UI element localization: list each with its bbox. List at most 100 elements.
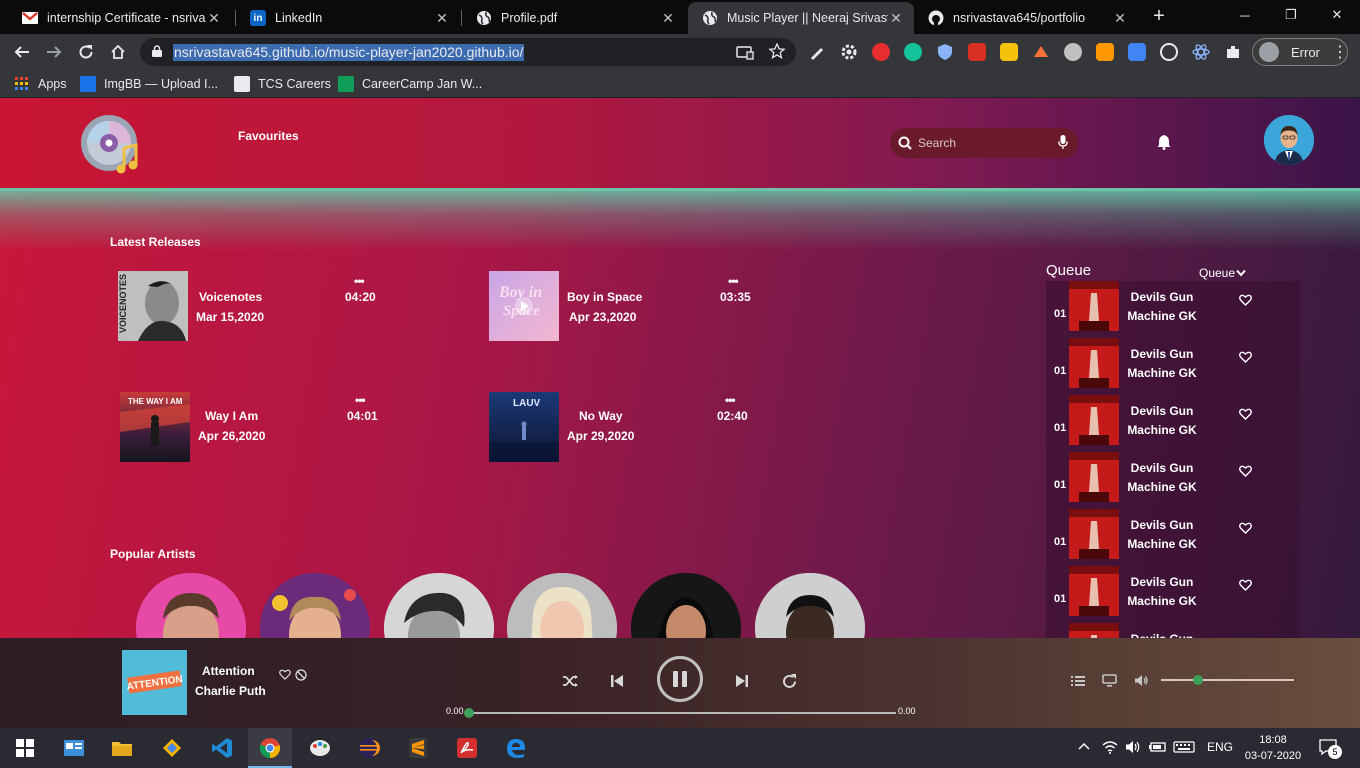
- close-icon[interactable]: ✕: [434, 10, 450, 27]
- close-icon[interactable]: ✕: [206, 10, 222, 27]
- extension-calendar-icon[interactable]: [1128, 43, 1146, 61]
- address-bar[interactable]: nsrivastava645.github.io/music-player-ja…: [140, 38, 796, 66]
- microphone-icon[interactable]: [1058, 135, 1068, 150]
- taskbar-paint[interactable]: [306, 734, 334, 762]
- extension-w-icon[interactable]: [1000, 43, 1018, 61]
- keyboard-icon[interactable]: [1173, 740, 1195, 754]
- browser-tab-gmail[interactable]: internship Certificate - nsrivast ✕: [8, 2, 232, 34]
- cast-icon[interactable]: [736, 45, 754, 61]
- release-card[interactable]: VOICENOTES Voicenotes Mar 15,2020 ••• 04…: [118, 271, 418, 343]
- user-avatar[interactable]: [1264, 115, 1314, 165]
- language-indicator[interactable]: ENG: [1207, 740, 1233, 754]
- new-tab-button[interactable]: +: [1148, 6, 1170, 28]
- url-text[interactable]: nsrivastava645.github.io/music-player-ja…: [173, 44, 525, 61]
- taskbar-edge[interactable]: [502, 734, 530, 762]
- playlist-icon[interactable]: [1071, 675, 1085, 687]
- taskbar-clock[interactable]: 18:08 03-07-2020: [1243, 732, 1303, 764]
- progress-bar[interactable]: [468, 712, 896, 714]
- release-menu-icon[interactable]: •••: [354, 274, 365, 288]
- heart-icon[interactable]: [279, 669, 291, 680]
- queue-item[interactable]: 01 Devils Gun Machine GK: [1046, 452, 1300, 509]
- queue-item[interactable]: 01 Devils Gun Machine GK: [1046, 509, 1300, 566]
- close-window-button[interactable]: ✕: [1314, 0, 1360, 30]
- release-card[interactable]: LAUV No Way Apr 29,2020 ••• 02:40: [489, 392, 789, 464]
- repeat-button[interactable]: [780, 672, 798, 690]
- extension-pdf-icon[interactable]: [968, 43, 986, 61]
- bookmark-imgbb[interactable]: ImgBB — Upload I...: [80, 76, 218, 92]
- pause-button[interactable]: [657, 656, 703, 702]
- extension-react-icon[interactable]: [1192, 43, 1210, 61]
- release-card[interactable]: THE WAY I AM Way I Am Apr 26,2020 ••• 04…: [120, 392, 420, 464]
- taskbar-eclipse[interactable]: [355, 734, 383, 762]
- notification-center-button[interactable]: 5: [1318, 738, 1342, 759]
- browser-tab-profile-pdf[interactable]: Profile.pdf ✕: [462, 2, 686, 34]
- battery-icon[interactable]: [1149, 740, 1167, 754]
- close-icon[interactable]: ✕: [1112, 10, 1128, 27]
- extension-grammarly-icon[interactable]: [904, 43, 922, 61]
- queue-item[interactable]: 01 Devils Gun Machine GK: [1046, 338, 1300, 395]
- progress-thumb[interactable]: [464, 708, 474, 718]
- taskbar-acrobat[interactable]: [453, 734, 481, 762]
- extension-gear-icon[interactable]: [840, 43, 858, 61]
- back-button[interactable]: [10, 40, 34, 64]
- reload-button[interactable]: [74, 40, 98, 64]
- search-input[interactable]: [918, 136, 1058, 150]
- maximize-button[interactable]: ❐: [1268, 0, 1314, 30]
- heart-icon[interactable]: [1239, 294, 1252, 306]
- release-menu-icon[interactable]: •••: [355, 393, 366, 407]
- browser-tab-linkedin[interactable]: in LinkedIn ✕: [236, 2, 460, 34]
- extension-compass-icon[interactable]: [1064, 43, 1082, 61]
- extension-adblock-icon[interactable]: [872, 43, 890, 61]
- star-icon[interactable]: [768, 43, 786, 59]
- extension-shield-icon[interactable]: [936, 43, 954, 61]
- extensions-puzzle-icon[interactable]: [1224, 43, 1242, 61]
- queue-dropdown[interactable]: Queue: [1199, 266, 1246, 280]
- home-button[interactable]: [106, 40, 130, 64]
- heart-icon[interactable]: [1239, 351, 1252, 363]
- wifi-icon[interactable]: [1102, 740, 1118, 754]
- minimize-button[interactable]: ─: [1222, 0, 1268, 30]
- bookmark-apps[interactable]: Apps: [14, 76, 67, 92]
- device-monitor-icon[interactable]: [1102, 674, 1117, 687]
- release-card[interactable]: Boy in Space Boy in Space Apr 23,2020 ••…: [489, 271, 789, 343]
- browser-tab-github[interactable]: nsrivastava645/portfolio ✕: [914, 2, 1138, 34]
- heart-icon[interactable]: [1239, 522, 1252, 534]
- queue-item[interactable]: 01 Devils Gun Machine GK: [1046, 281, 1300, 338]
- cd-music-logo-icon[interactable]: [80, 114, 142, 176]
- chevron-up-icon[interactable]: [1078, 742, 1090, 750]
- heart-icon[interactable]: [1239, 408, 1252, 420]
- volume-thumb[interactable]: [1193, 675, 1204, 685]
- speaker-icon[interactable]: [1125, 740, 1141, 754]
- volume-icon[interactable]: [1134, 674, 1149, 687]
- extension-off-icon[interactable]: [1096, 43, 1114, 61]
- previous-button[interactable]: [609, 673, 625, 689]
- kebab-menu-icon[interactable]: ⋮: [1332, 42, 1348, 62]
- close-icon[interactable]: ✕: [660, 10, 676, 27]
- notification-bell-icon[interactable]: [1157, 134, 1171, 150]
- bookmark-tcs[interactable]: TCS Careers: [234, 76, 331, 92]
- release-menu-icon[interactable]: •••: [728, 274, 739, 288]
- queue-item[interactable]: 01 Devils Gun Machine GK: [1046, 566, 1300, 623]
- taskbar-sublime[interactable]: [404, 734, 432, 762]
- heart-icon[interactable]: [1239, 465, 1252, 477]
- extension-pen-icon[interactable]: [808, 43, 826, 61]
- bookmark-careercamp[interactable]: CareerCamp Jan W...: [338, 76, 482, 92]
- start-button[interactable]: [11, 734, 39, 762]
- taskbar-vscode[interactable]: [208, 734, 236, 762]
- close-icon[interactable]: ✕: [888, 10, 904, 27]
- next-button[interactable]: [734, 673, 750, 689]
- shuffle-button[interactable]: [561, 673, 579, 689]
- forward-button[interactable]: [42, 40, 66, 64]
- heart-icon[interactable]: [1239, 579, 1252, 591]
- volume-slider[interactable]: [1161, 679, 1294, 681]
- extension-fox-icon[interactable]: [1032, 43, 1050, 61]
- taskbar-control-panel[interactable]: [60, 734, 88, 762]
- taskbar-paint-3d[interactable]: [158, 734, 186, 762]
- taskbar-chrome[interactable]: [256, 734, 284, 762]
- queue-item[interactable]: 01 Devils Gun Machine GK: [1046, 395, 1300, 452]
- block-icon[interactable]: [295, 669, 307, 681]
- nav-favourites-link[interactable]: Favourites: [238, 129, 299, 143]
- taskbar-file-explorer[interactable]: [108, 734, 136, 762]
- release-menu-icon[interactable]: •••: [725, 393, 736, 407]
- extension-circle-icon[interactable]: [1160, 43, 1178, 61]
